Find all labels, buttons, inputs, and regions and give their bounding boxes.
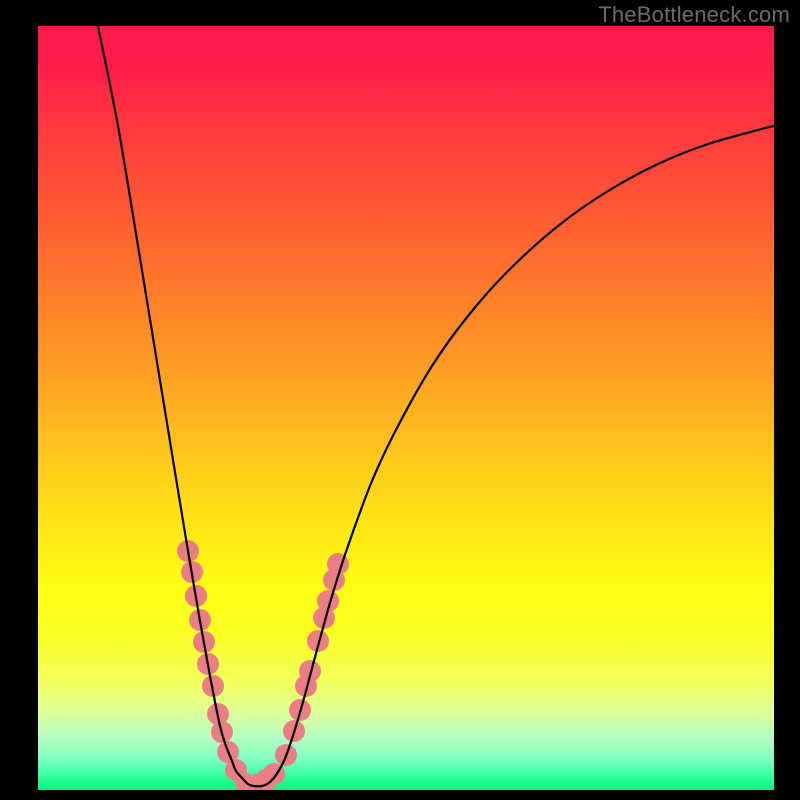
chart-frame: TheBottleneck.com [0,0,800,800]
curve-svg [38,26,774,790]
plot-area [38,26,774,790]
data-marker [327,553,349,575]
watermark-text: TheBottleneck.com [598,2,790,28]
marker-layer [177,540,349,790]
bottleneck-curve [98,26,774,786]
